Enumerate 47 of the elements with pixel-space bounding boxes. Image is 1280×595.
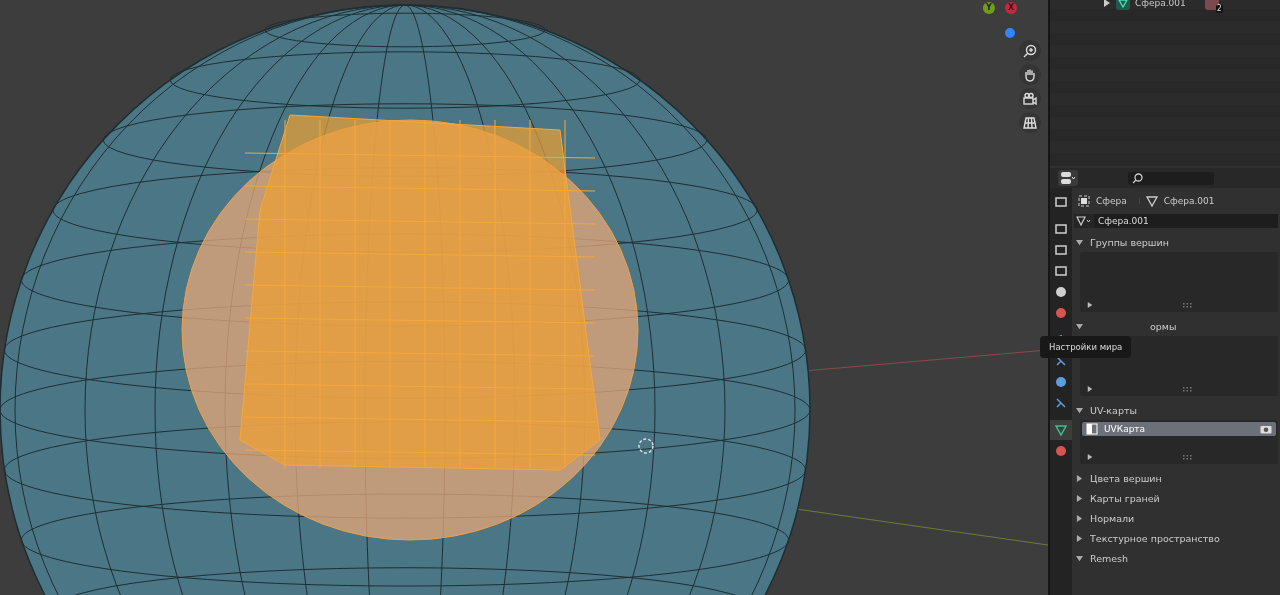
panel-header[interactable]: Цвета вершин (1074, 468, 1278, 488)
list-item[interactable]: UVКарта (1082, 422, 1276, 436)
camera-icon[interactable] (1260, 424, 1272, 434)
search-icon (1132, 172, 1143, 184)
count-badge: 2 (1215, 4, 1223, 13)
camera-icon (1023, 91, 1037, 106)
panel-header[interactable]: Нормали (1074, 508, 1278, 528)
breadcrumb-item[interactable]: Сфера.001 (1163, 196, 1215, 206)
panel-header[interactable]: Текстурное пространство (1074, 528, 1278, 548)
expand-arrow-icon[interactable] (1103, 0, 1111, 7)
hand-button[interactable] (1019, 64, 1041, 85)
resize-grip-icon[interactable] (1183, 386, 1192, 392)
camera-button[interactable] (1019, 88, 1041, 109)
editor-type-button[interactable] (1058, 170, 1078, 186)
hand-icon (1023, 67, 1037, 82)
sphere-icon (1055, 445, 1067, 457)
axis-dot[interactable] (1005, 28, 1015, 38)
properties-tab[interactable] (1050, 420, 1072, 440)
viewport[interactable]: Y X (0, 0, 1048, 595)
axis-ball[interactable]: Y (983, 2, 995, 14)
panel-header[interactable]: Группы вершин (1074, 232, 1278, 252)
grid-icon (1023, 115, 1037, 130)
grid-button[interactable] (1019, 112, 1041, 133)
search-field[interactable] (1128, 171, 1214, 185)
object-icon (1078, 195, 1090, 207)
panel-header[interactable]: Карты граней (1074, 488, 1278, 508)
mesh-browse-button[interactable] (1074, 214, 1094, 228)
expand-arrow-icon[interactable] (1087, 454, 1093, 460)
3d-cursor-icon[interactable] (638, 438, 654, 454)
breadcrumb-item[interactable]: Сфера (1096, 196, 1127, 206)
tooltip: Настройки мира (1040, 336, 1132, 358)
object-name[interactable]: Сфера.001 (1135, 0, 1186, 8)
triangle-mesh-icon[interactable] (1116, 0, 1130, 10)
expand-arrow-icon[interactable] (1087, 386, 1093, 392)
mesh-name-field[interactable]: Сфера.001 (1094, 214, 1278, 228)
list-item-label: UVКарта (1104, 424, 1147, 434)
panel-header[interactable]: ормы (1074, 316, 1278, 336)
resize-grip-icon[interactable] (1183, 454, 1192, 460)
panel-header[interactable]: Remesh (1074, 548, 1278, 568)
triangle-mesh-icon (1055, 424, 1067, 436)
expand-arrow-icon[interactable] (1087, 302, 1093, 308)
zoom-icon (1023, 43, 1037, 58)
zoom-button[interactable] (1019, 40, 1041, 61)
resize-grip-icon[interactable] (1183, 302, 1192, 308)
uv-map-icon (1086, 423, 1098, 435)
triangle-mesh-icon (1145, 195, 1158, 207)
panel-header[interactable]: UV-карты (1074, 400, 1278, 420)
